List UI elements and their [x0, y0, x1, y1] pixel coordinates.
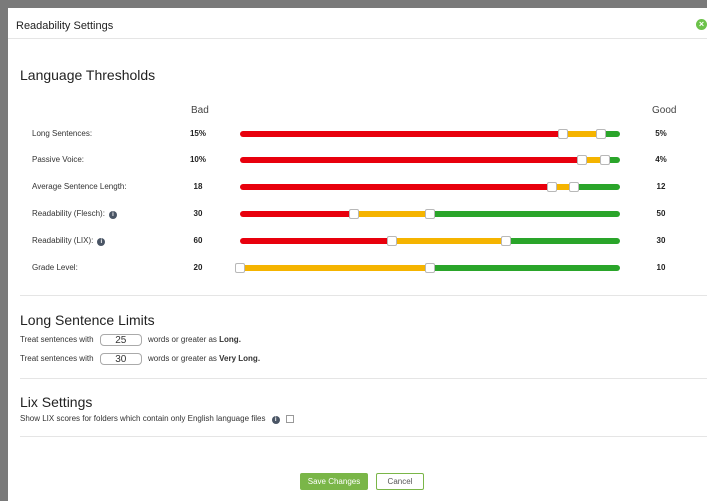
good-range — [430, 265, 620, 271]
bad-value: 20 — [193, 263, 203, 272]
dialog-title: Readability Settings — [16, 20, 114, 32]
very-long-suffix: words or greater as — [147, 354, 217, 364]
threshold-label-text: Passive Voice: — [32, 155, 85, 164]
long-prefix: Treat sentences with — [20, 335, 94, 345]
threshold-label-text: Readability (Flesch): — [32, 209, 105, 218]
slider-handle-high[interactable] — [425, 263, 435, 273]
medium-range — [240, 265, 430, 271]
very-long-threshold-input[interactable]: 30 — [99, 353, 142, 365]
threshold-slider-track[interactable] — [240, 184, 620, 190]
threshold-slider-track[interactable] — [240, 238, 620, 244]
threshold-label-text: Long Sentences: — [32, 129, 93, 138]
threshold-label: Passive Voice: — [32, 155, 84, 164]
bad-range — [240, 238, 392, 244]
save-changes-button[interactable]: Save Changes — [300, 473, 368, 490]
bad-range — [240, 157, 582, 163]
threshold-label-text: Readability (LIX): — [32, 236, 94, 245]
long-sentence-limits-heading: Long Sentence Limits — [20, 312, 155, 328]
readability-settings-dialog: Readability Settings × Language Threshol… — [8, 8, 707, 501]
long-limit-line: Treat sentences with 25 words or greater… — [20, 334, 241, 346]
slider-handle-low[interactable] — [558, 129, 568, 139]
good-header: Good — [652, 105, 677, 116]
good-range — [506, 238, 620, 244]
bad-range — [240, 131, 563, 137]
very-long-word: Very Long. — [219, 354, 261, 364]
bad-value: 30 — [193, 209, 203, 218]
bad-header: Bad — [191, 105, 209, 116]
bad-value: 18 — [193, 182, 203, 191]
slider-handle-high[interactable] — [596, 129, 606, 139]
slider-handle-high[interactable] — [425, 209, 435, 219]
good-range — [430, 211, 620, 217]
slider-handle-high[interactable] — [569, 182, 580, 192]
dialog-titlebar: Readability Settings × — [8, 8, 707, 39]
threshold-label-text: Grade Level: — [32, 263, 78, 272]
bad-range — [240, 211, 354, 217]
slider-handle-low[interactable] — [546, 182, 557, 192]
lix-setting-line: Show LIX scores for folders which contai… — [20, 414, 294, 424]
good-value: 50 — [656, 209, 666, 218]
divider — [20, 378, 707, 379]
good-value: 10 — [656, 263, 666, 272]
slider-handle-high[interactable] — [501, 236, 511, 246]
info-icon[interactable]: i — [97, 238, 106, 246]
long-suffix: words or greater as — [147, 335, 217, 345]
threshold-label: Average Sentence Length: — [32, 182, 127, 191]
threshold-label: Grade Level: — [32, 263, 78, 272]
divider — [20, 295, 707, 296]
threshold-slider-track[interactable] — [240, 157, 620, 163]
threshold-label-text: Average Sentence Length: — [32, 182, 127, 191]
long-word: Long. — [219, 335, 241, 345]
slider-handle-low[interactable] — [577, 155, 587, 165]
bad-value: 60 — [193, 236, 203, 245]
good-value: 5% — [655, 129, 667, 138]
close-icon[interactable]: × — [696, 19, 707, 30]
threshold-label: Readability (Flesch): i — [32, 209, 117, 219]
info-icon[interactable]: i — [271, 416, 280, 424]
threshold-label: Readability (LIX): i — [32, 236, 106, 246]
slider-handle-low[interactable] — [235, 263, 245, 273]
long-threshold-input[interactable]: 25 — [99, 334, 142, 346]
medium-range — [354, 211, 430, 217]
good-value: 30 — [656, 236, 666, 245]
divider — [20, 436, 707, 437]
threshold-label: Long Sentences: — [32, 129, 92, 138]
very-long-limit-line: Treat sentences with 30 words or greater… — [20, 353, 260, 365]
lix-settings-heading: Lix Settings — [20, 394, 93, 410]
language-thresholds-heading: Language Thresholds — [20, 67, 156, 83]
good-value: 12 — [656, 182, 666, 191]
lix-english-checkbox[interactable] — [285, 414, 294, 423]
lix-setting-label: Show LIX scores for folders which contai… — [20, 414, 266, 423]
good-range — [574, 184, 620, 190]
cancel-button[interactable]: Cancel — [376, 473, 424, 490]
info-icon[interactable]: i — [108, 211, 117, 219]
bad-value: 15% — [189, 129, 206, 138]
medium-range — [392, 238, 506, 244]
good-value: 4% — [655, 155, 667, 164]
slider-handle-high[interactable] — [599, 155, 610, 165]
bad-range — [240, 184, 552, 190]
slider-handle-low[interactable] — [387, 236, 397, 246]
slider-handle-low[interactable] — [349, 209, 359, 219]
bad-value: 10% — [189, 155, 206, 164]
very-long-prefix: Treat sentences with — [20, 354, 94, 364]
